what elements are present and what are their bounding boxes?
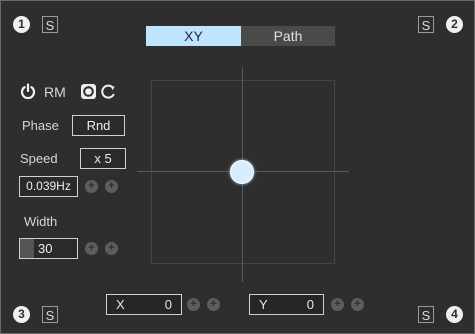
x-value: 0 — [164, 297, 172, 312]
x-field[interactable]: X 0 — [106, 294, 182, 315]
tab-xy[interactable]: XY — [146, 26, 241, 46]
width-fill — [20, 239, 34, 258]
power-icon[interactable] — [20, 83, 36, 100]
phase-field[interactable]: Rnd — [72, 115, 125, 136]
x-increment-button[interactable]: + — [207, 298, 220, 311]
phase-label: Phase — [22, 118, 59, 133]
solo-button-1[interactable]: S — [42, 16, 58, 33]
corner-number-1: 1 — [13, 16, 30, 33]
solo-button-4[interactable]: S — [418, 306, 434, 323]
x-label: X — [116, 297, 125, 312]
speed-label: Speed — [20, 151, 58, 166]
tab-path[interactable]: Path — [241, 26, 335, 46]
y-increment-button[interactable]: + — [351, 298, 364, 311]
width-field[interactable]: 30 — [19, 238, 78, 259]
solo-button-2[interactable]: S — [418, 16, 434, 33]
speed-multiplier-field[interactable]: x 5 — [80, 148, 126, 169]
width-decrement-button[interactable]: + — [85, 242, 98, 255]
xy-puck-handle[interactable] — [230, 160, 254, 184]
speed-decrement-button[interactable]: + — [85, 180, 98, 193]
y-label: Y — [259, 297, 268, 312]
y-value: 0 — [306, 297, 314, 312]
y-field[interactable]: Y 0 — [249, 294, 324, 315]
speed-increment-button[interactable]: + — [105, 180, 118, 193]
corner-number-2: 2 — [446, 16, 463, 33]
width-label: Width — [24, 214, 58, 229]
xy-panel: 1 S S 2 XY Path RM Phase Rnd Speed x 5 0… — [0, 0, 475, 334]
corner-number-4: 4 — [446, 306, 463, 323]
speed-value-field[interactable]: 0.039Hz — [19, 176, 78, 197]
reset-icon[interactable] — [100, 83, 117, 100]
corner-number-3: 3 — [13, 306, 30, 323]
y-decrement-button[interactable]: + — [331, 298, 344, 311]
width-increment-button[interactable]: + — [105, 242, 118, 255]
rm-label: RM — [44, 84, 66, 100]
solo-button-3[interactable]: S — [42, 306, 58, 323]
loop-icon[interactable] — [80, 83, 97, 100]
width-value: 30 — [38, 241, 53, 256]
x-decrement-button[interactable]: + — [187, 298, 200, 311]
